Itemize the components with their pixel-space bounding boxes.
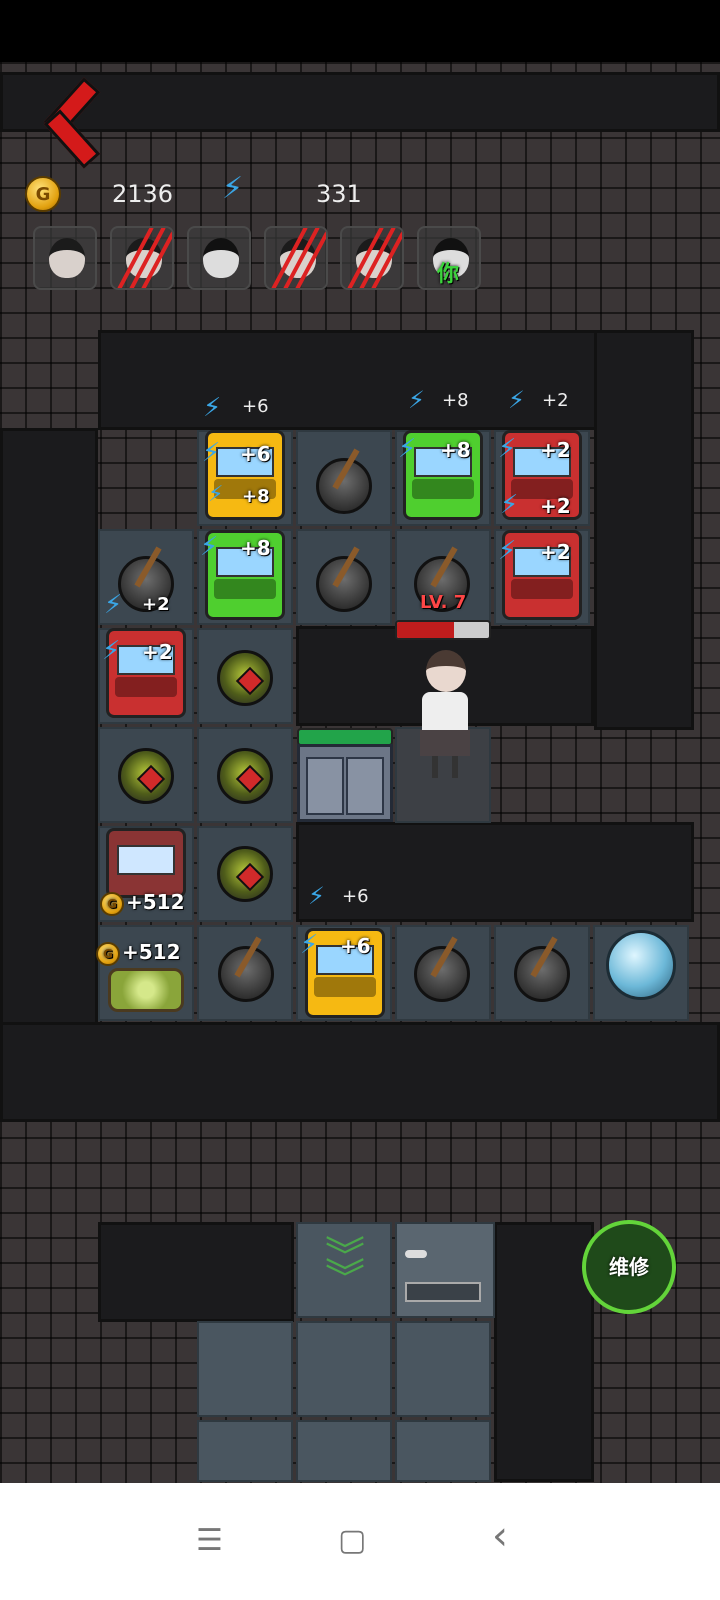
lightning-icon: ⚡ (408, 386, 425, 414)
arcade-bonus: +8 (240, 536, 271, 560)
repair-button[interactable]: 维修 (582, 1220, 676, 1314)
avatar-icon (49, 238, 85, 278)
bonus-label: +8 (442, 390, 469, 411)
lightning-icon: ⚡ (398, 434, 417, 464)
system-nav-bar: ☰ ▢ ‹ (0, 1483, 720, 1600)
arcade-bonus: +2 (540, 540, 571, 564)
lightning-icon: ⚡ (203, 393, 222, 423)
broom-pot[interactable] (316, 458, 372, 514)
lightning-icon: ⚡ (308, 882, 325, 910)
gold-coin-icon: G (25, 176, 61, 212)
lightning-icon: ⚡ (208, 482, 224, 507)
arcade-bonus: +2 (142, 640, 173, 664)
broom-pot[interactable] (316, 556, 372, 612)
pitchfork-pot[interactable] (514, 946, 570, 1002)
home-icon[interactable]: ▢ (338, 1523, 366, 1558)
tile (197, 1420, 293, 1482)
turret[interactable] (217, 748, 273, 804)
tile (395, 1420, 491, 1482)
self-label: 你 (437, 262, 460, 287)
shovel-pot[interactable] (218, 946, 274, 1002)
lightning-icon: ⚡ (508, 386, 525, 414)
arcade-bonus: +8 (242, 486, 270, 507)
pot-bonus: +2 (142, 594, 170, 615)
bonus-label: +6 (342, 886, 369, 907)
arcade-machine-broken[interactable] (106, 828, 186, 898)
lightning-icon: ⚡ (498, 434, 517, 464)
coin-count: 2136 (112, 180, 174, 208)
door[interactable] (297, 744, 393, 822)
bed[interactable] (108, 968, 184, 1012)
arcade-bonus: +8 (440, 438, 471, 462)
ghost-avatar-icon (203, 238, 239, 278)
coin-bonus: G +512 (96, 940, 181, 966)
player-slot[interactable] (187, 226, 251, 290)
level-label: LV. 7 (420, 592, 467, 613)
player-slot-self[interactable]: 你 (417, 226, 481, 290)
bonus-label: +6 (242, 396, 269, 417)
coin-icon: G (96, 941, 120, 966)
lightning-icon: ⚡ (222, 171, 244, 206)
back-icon[interactable]: ‹ (492, 1513, 508, 1559)
bonus-label: +2 (542, 390, 569, 411)
arcade-bonus: +2 (540, 494, 571, 518)
lightning-icon: ⚡ (498, 536, 517, 566)
tile (197, 1321, 293, 1417)
lightning-icon: ⚡ (102, 636, 121, 666)
arcade-bonus: +2 (540, 438, 571, 462)
control-panel[interactable] (395, 1222, 495, 1318)
lightning-icon: ⚡ (300, 930, 319, 960)
coin-icon: G (100, 891, 124, 916)
tile (296, 1321, 392, 1417)
player-slot[interactable] (33, 226, 97, 290)
tile (395, 1321, 491, 1417)
arcade-bonus: +6 (340, 934, 371, 958)
player-slot[interactable] (340, 226, 404, 290)
lightning-icon: ⚡ (202, 438, 221, 468)
player-character (410, 650, 480, 780)
coin-bonus: G +512 (100, 890, 185, 916)
plasma-orb[interactable] (606, 930, 676, 1000)
chevron-down-icon[interactable]: ︾ ︾ (320, 1237, 370, 1299)
menu-icon[interactable]: ☰ (196, 1523, 223, 1558)
turret[interactable] (217, 846, 273, 902)
tile (296, 1420, 392, 1482)
lightning-icon: ⚡ (104, 590, 123, 620)
pitchfork-pot[interactable] (414, 946, 470, 1002)
lightning-icon: ⚡ (200, 532, 219, 562)
back-button[interactable] (24, 76, 101, 169)
turret[interactable] (118, 748, 174, 804)
energy-count: 331 (316, 180, 362, 208)
hp-bar (395, 620, 491, 640)
turret[interactable] (217, 650, 273, 706)
player-slot[interactable] (110, 226, 174, 290)
lightning-icon: ⚡ (500, 490, 519, 520)
arcade-bonus: +6 (240, 442, 271, 466)
player-slot[interactable] (264, 226, 328, 290)
